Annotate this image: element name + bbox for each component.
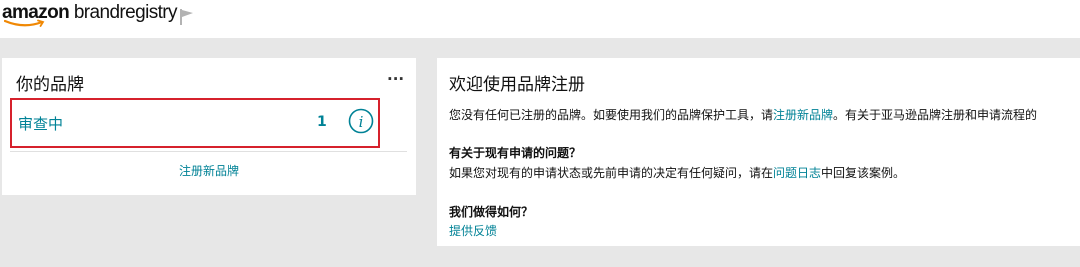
amazon-brand-registry-logo[interactable]: amazon brandregistry [2,2,178,30]
welcome-intro-text: 您没有任何已注册的品牌。如要使用我们的品牌保护工具，请注册新品牌。有关于亚马逊品… [449,108,1038,122]
brand-row-under-review[interactable]: 审查中 1 i [10,98,380,148]
question-text: 如果您对现有的申请状态或先前申请的决定有任何疑问，请在问题日志中回复该案例。 [449,166,906,180]
question-heading: 有关于现有申请的问题？ [449,146,582,160]
info-icon[interactable]: i [348,108,374,134]
register-new-brand-inline-link[interactable]: 注册新品牌 [773,108,833,122]
more-options-icon[interactable]: ··· [387,70,404,88]
divider [10,151,407,152]
brands-card-title: 你的品牌 [16,75,84,95]
register-new-brand-link[interactable]: 注册新品牌 [2,162,416,179]
case-log-link[interactable]: 问题日志 [773,166,821,180]
svg-text:i: i [359,113,364,131]
flag-icon[interactable] [179,8,195,26]
welcome-card-title: 欢迎使用品牌注册 [449,75,585,95]
brands-card: 你的品牌 ··· 审查中 1 i 注册新品牌 [2,58,416,195]
amazon-smile-icon [4,19,45,27]
provide-feedback-link[interactable]: 提供反馈 [449,222,497,239]
feedback-heading: 我们做得如何？ [449,205,534,219]
top-bar: amazon brandregistry [0,0,1080,38]
welcome-card: 欢迎使用品牌注册 您没有任何已注册的品牌。如要使用我们的品牌保护工具，请注册新品… [437,58,1080,246]
brand-count: 1 [317,114,327,130]
brand-status-label: 审查中 [18,115,64,133]
